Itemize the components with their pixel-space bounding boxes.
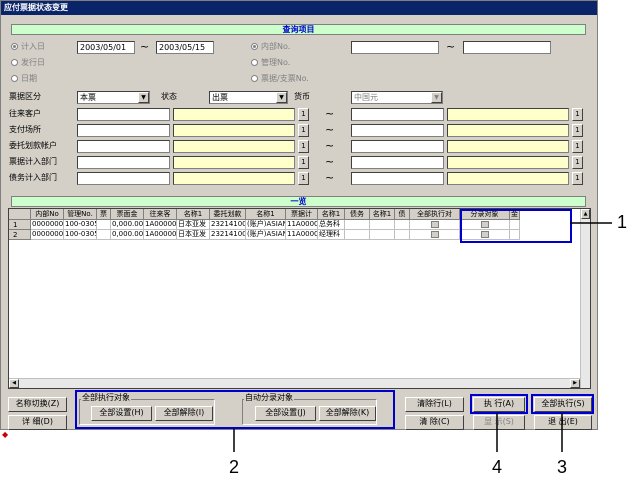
callout-1: 1	[617, 212, 628, 232]
callout-4: 4	[492, 457, 503, 477]
callout-3: 3	[557, 457, 568, 477]
callout-lines	[233, 222, 612, 452]
callout-2: 2	[229, 457, 240, 477]
